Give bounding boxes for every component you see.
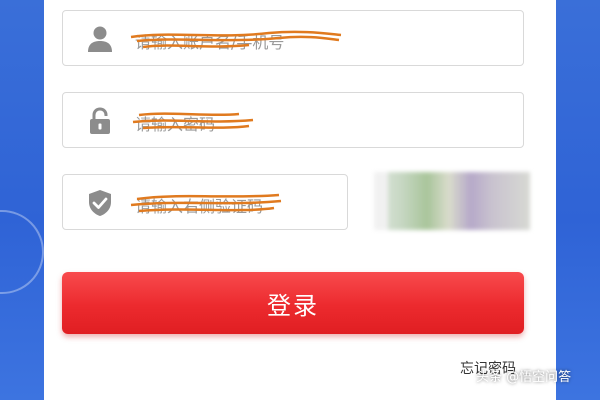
- background-right: [556, 0, 600, 400]
- username-input[interactable]: 请输入账户名/手机号: [62, 10, 524, 66]
- captcha-image[interactable]: [374, 172, 530, 230]
- password-input[interactable]: 请输入密码: [62, 92, 524, 148]
- login-card: 请输入账户名/手机号 请输入密码 请输入右侧验证码 登录 忘记密码: [44, 0, 556, 400]
- watermark: 头条 @悟空问答: [476, 370, 572, 385]
- captcha-input[interactable]: 请输入右侧验证码: [62, 174, 348, 230]
- captcha-placeholder: 请输入右侧验证码: [135, 197, 264, 216]
- login-button[interactable]: 登录: [62, 272, 524, 334]
- background-left: [0, 0, 44, 400]
- shield-check-icon: [85, 188, 115, 218]
- password-placeholder: 请输入密码: [135, 115, 216, 134]
- user-icon: [85, 24, 115, 54]
- lock-icon: [85, 106, 115, 136]
- username-placeholder: 请输入账户名/手机号: [135, 33, 285, 52]
